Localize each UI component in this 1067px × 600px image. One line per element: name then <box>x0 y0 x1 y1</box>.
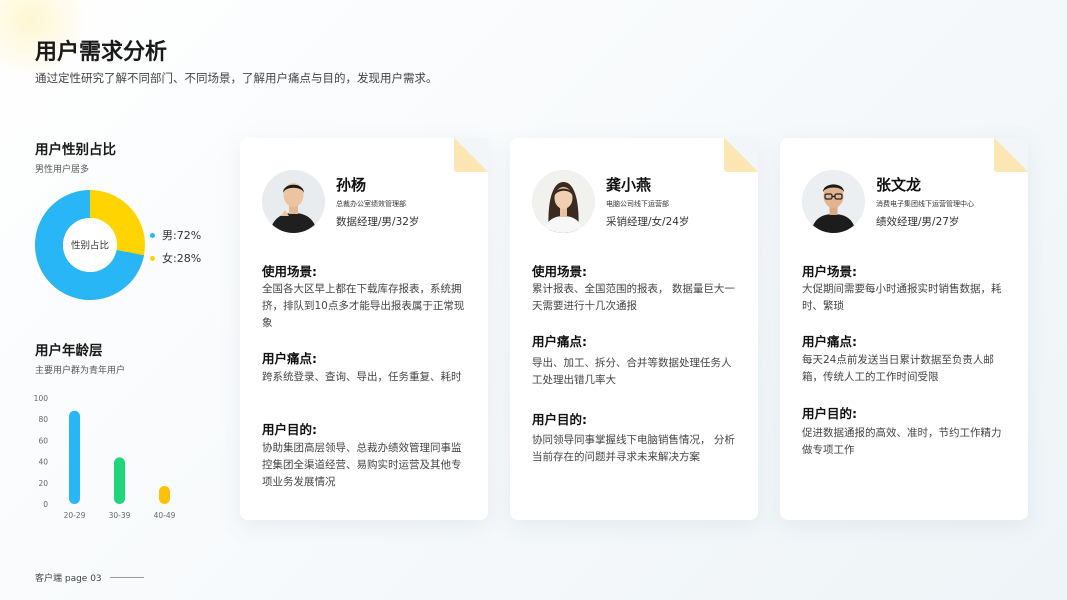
y-tick-label: 60 <box>38 436 48 445</box>
page-subtitle: 通过定性研究了解不同部门、不同场景，了解用户痛点与目的，发现用户需求。 <box>35 71 438 85</box>
pain-text: 每天24点前发送当日累计数据至负责人邮箱，传统人工的工作时间受限 <box>802 354 994 383</box>
y-tick-label: 0 <box>43 500 48 509</box>
donut-center-label: 性别占比 <box>71 240 109 252</box>
pain-heading: 用户痛点: <box>262 351 317 366</box>
pain-heading: 用户痛点: <box>532 334 587 349</box>
goal-text: 促进数据通报的高效、准时，节约工作精力做专项工作 <box>802 427 1002 456</box>
goal-text: 协助集团高层领导、总裁办绩效管理同事监控集团全渠道经营、易购实时运营及其他专项业… <box>262 442 462 488</box>
persona-name: 张文龙 <box>876 176 922 194</box>
y-tick-label: 20 <box>38 479 48 488</box>
page-title: 用户需求分析 <box>35 40 168 65</box>
legend-male: 男:72% <box>150 227 201 243</box>
pain-text: 导出、加工、拆分、合并等数据处理任务人工处理出错几率大 <box>532 357 732 386</box>
avatar-man-glasses-icon <box>802 170 865 233</box>
legend-male-dot <box>150 232 155 238</box>
persona-dept: 总裁办公室绩效管理部 <box>336 200 406 208</box>
gender-subtitle: 男性用户居多 <box>35 165 90 175</box>
scene-heading: 使用场景: <box>532 264 587 279</box>
card-folded-corner <box>994 138 1028 172</box>
persona-role: 绩效经理/男/27岁 <box>876 216 960 228</box>
footer-divider <box>109 577 144 578</box>
card-folded-corner <box>724 138 758 172</box>
scene-text: 累计报表、全国范围的报表， 数据量巨大一天需要进行十几次通报 <box>532 283 735 312</box>
persona-name: 孙杨 <box>336 176 367 194</box>
x-tick-label: 30-39 <box>109 511 131 520</box>
y-tick-label: 100 <box>34 394 49 403</box>
persona-dept: 电脑公司线下运营部 <box>606 200 669 208</box>
legend-female-dot <box>150 255 155 261</box>
persona-dept: 消费电子集团线下运营管理中心 <box>876 200 974 208</box>
pain-text: 跨系统登录、查询、导出，任务重复、耗时 <box>262 371 462 383</box>
persona-card-3: 张文龙 消费电子集团线下运营管理中心 绩效经理/男/27岁 用户场景: 大促期间… <box>780 138 1028 520</box>
avatar-woman-icon <box>532 170 595 233</box>
persona-card-1: 孙杨 总裁办公室绩效管理部 数据经理/男/32岁 使用场景: 全国各大区早上都在… <box>240 138 488 520</box>
age-bar-chart: 100 80 60 40 20 0 20-29 30-39 40-49 <box>34 394 176 520</box>
gender-donut-chart: 性别占比 <box>35 190 145 300</box>
persona-card-2: 龚小燕 电脑公司线下运营部 采销经理/女/24岁 使用场景: 累计报表、全国范围… <box>510 138 758 520</box>
goal-heading: 用户目的: <box>802 406 857 421</box>
footer: 客户端 page 03 <box>35 571 144 584</box>
bar-30-39 <box>114 457 125 504</box>
avatar <box>802 170 865 233</box>
bar-40-49 <box>159 485 170 504</box>
avatar <box>262 170 325 233</box>
goal-heading: 用户目的: <box>532 412 587 427</box>
goal-text: 协同领导同事掌握线下电脑销售情况， 分析当前存在的问题并寻求未来解决方案 <box>532 434 735 463</box>
legend-male-label: 男:72% <box>162 229 202 242</box>
scene-heading: 用户场景: <box>802 264 857 279</box>
x-tick-label: 20-29 <box>64 511 86 520</box>
avatar <box>532 170 595 233</box>
persona-role: 数据经理/男/32岁 <box>336 216 420 228</box>
legend-female-label: 女:28% <box>162 252 202 265</box>
x-tick-label: 40-49 <box>154 511 176 520</box>
persona-name: 龚小燕 <box>606 176 652 194</box>
gender-title: 用户性别占比 <box>35 142 116 158</box>
scene-text: 全国各大区早上都在下载库存报表，系统拥挤，排队到10点多才能导出报表属于正常现象 <box>262 283 465 329</box>
legend-female: 女:28% <box>150 250 201 266</box>
scene-heading: 使用场景: <box>262 264 317 279</box>
age-subtitle: 主要用户群为青年用户 <box>35 366 126 376</box>
y-tick-label: 40 <box>38 458 48 467</box>
bar-20-29 <box>69 410 80 504</box>
pain-heading: 用户痛点: <box>802 334 857 349</box>
persona-role: 采销经理/女/24岁 <box>606 216 690 228</box>
goal-heading: 用户目的: <box>262 422 317 437</box>
scene-text: 大促期间需要每小时通报实时销售数据，耗时、繁琐 <box>802 283 1002 312</box>
y-tick-label: 80 <box>38 415 48 424</box>
footer-page-label: 客户端 page 03 <box>35 574 102 584</box>
age-title: 用户年龄层 <box>35 343 103 359</box>
card-folded-corner <box>454 138 488 172</box>
avatar-man-black-shirt-icon <box>262 170 325 233</box>
